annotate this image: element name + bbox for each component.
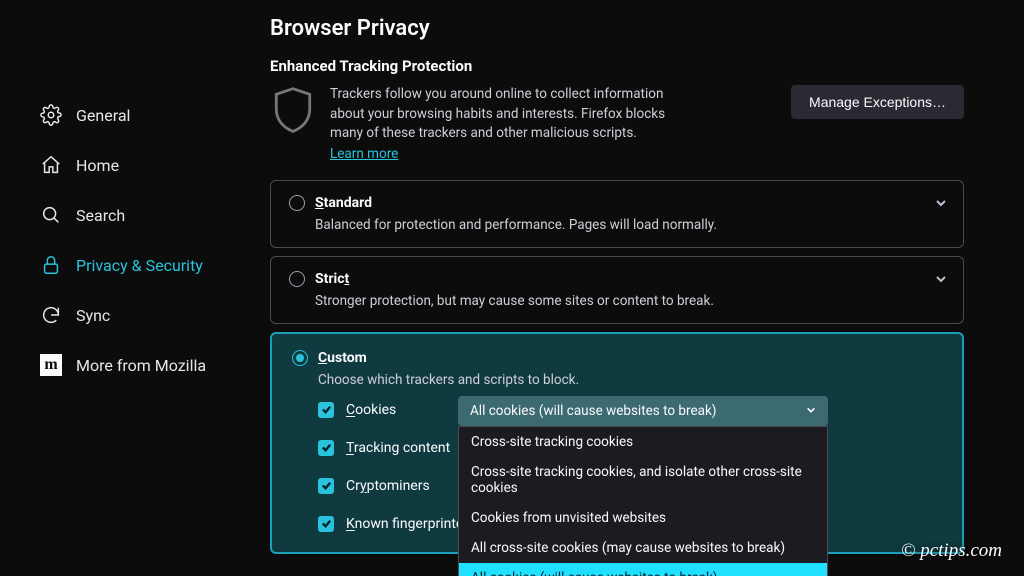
watermark: © pctips.com: [901, 540, 1002, 562]
gear-icon: [40, 104, 62, 126]
dropdown-option[interactable]: Cross-site tracking cookies: [459, 427, 827, 457]
mozilla-icon: m: [40, 354, 62, 376]
option-strict[interactable]: Strict Stronger protection, but may caus…: [270, 256, 964, 324]
option-subtitle: Stronger protection, but may cause some …: [315, 293, 945, 309]
checkbox-checked-icon[interactable]: [318, 516, 334, 532]
learn-more-link[interactable]: Learn more: [330, 146, 398, 162]
option-custom[interactable]: Custom Choose which trackers and scripts…: [270, 332, 964, 554]
option-standard[interactable]: Standard Balanced for protection and per…: [270, 180, 964, 248]
sidebar-item-label: Sync: [76, 306, 110, 325]
sidebar-item-label: General: [76, 106, 130, 125]
page-title: Browser Privacy: [270, 16, 964, 41]
option-subtitle: Choose which trackers and scripts to blo…: [318, 372, 942, 388]
sidebar-item-label: Home: [76, 156, 119, 175]
dropdown-option[interactable]: All cross-site cookies (may cause websit…: [459, 533, 827, 563]
sidebar-item-general[interactable]: General: [32, 90, 250, 140]
radio-selected-icon[interactable]: [292, 350, 308, 366]
cookies-select[interactable]: All cookies (will cause websites to brea…: [458, 396, 828, 426]
sidebar-item-sync[interactable]: Sync: [32, 290, 250, 340]
sidebar-item-mozilla[interactable]: m More from Mozilla: [32, 340, 250, 390]
home-icon: [40, 154, 62, 176]
option-title: Strict: [315, 271, 349, 287]
search-icon: [40, 204, 62, 226]
radio-unselected-icon[interactable]: [289, 195, 305, 211]
checkbox-checked-icon[interactable]: [318, 440, 334, 456]
dropdown-option-selected[interactable]: All cookies (will cause websites to brea…: [459, 563, 827, 576]
select-value: All cookies (will cause websites to brea…: [470, 403, 717, 419]
radio-unselected-icon[interactable]: [289, 271, 305, 287]
option-title: Custom: [318, 350, 367, 366]
sidebar-item-search[interactable]: Search: [32, 190, 250, 240]
chevron-down-icon[interactable]: [935, 273, 947, 285]
sidebar-item-label: Search: [76, 206, 125, 225]
chevron-down-icon: [806, 403, 816, 419]
dropdown-option[interactable]: Cookies from unvisited websites: [459, 503, 827, 533]
sidebar-item-home[interactable]: Home: [32, 140, 250, 190]
checkbox-checked-icon[interactable]: [318, 402, 334, 418]
check-label: Tracking content: [346, 440, 450, 456]
content: Browser Privacy Enhanced Tracking Protec…: [250, 0, 1024, 576]
shield-icon: [270, 85, 316, 137]
sidebar: General Home Search Privacy & Security S…: [0, 0, 250, 576]
section-heading: Enhanced Tracking Protection: [270, 57, 964, 75]
check-label: Cryptominers: [346, 478, 430, 494]
manage-exceptions-button[interactable]: Manage Exceptions…: [791, 85, 964, 119]
check-cookies: Cookies All cookies (will cause websites…: [318, 402, 942, 418]
lock-icon: [40, 254, 62, 276]
dropdown-option[interactable]: Cross-site tracking cookies, and isolate…: [459, 457, 827, 503]
check-label: Known fingerprinters: [346, 516, 475, 532]
etp-intro: Trackers follow you around online to col…: [270, 85, 964, 162]
option-title: Standard: [315, 195, 372, 211]
option-subtitle: Balanced for protection and performance.…: [315, 217, 945, 233]
sidebar-item-privacy[interactable]: Privacy & Security: [32, 240, 250, 290]
etp-description: Trackers follow you around online to col…: [330, 85, 690, 144]
check-label: Cookies: [346, 402, 396, 418]
chevron-down-icon[interactable]: [935, 197, 947, 209]
cookies-dropdown: Cross-site tracking cookies Cross-site t…: [458, 426, 828, 576]
sidebar-item-label: More from Mozilla: [76, 356, 206, 375]
checkbox-checked-icon[interactable]: [318, 478, 334, 494]
sync-icon: [40, 304, 62, 326]
sidebar-item-label: Privacy & Security: [76, 256, 203, 275]
